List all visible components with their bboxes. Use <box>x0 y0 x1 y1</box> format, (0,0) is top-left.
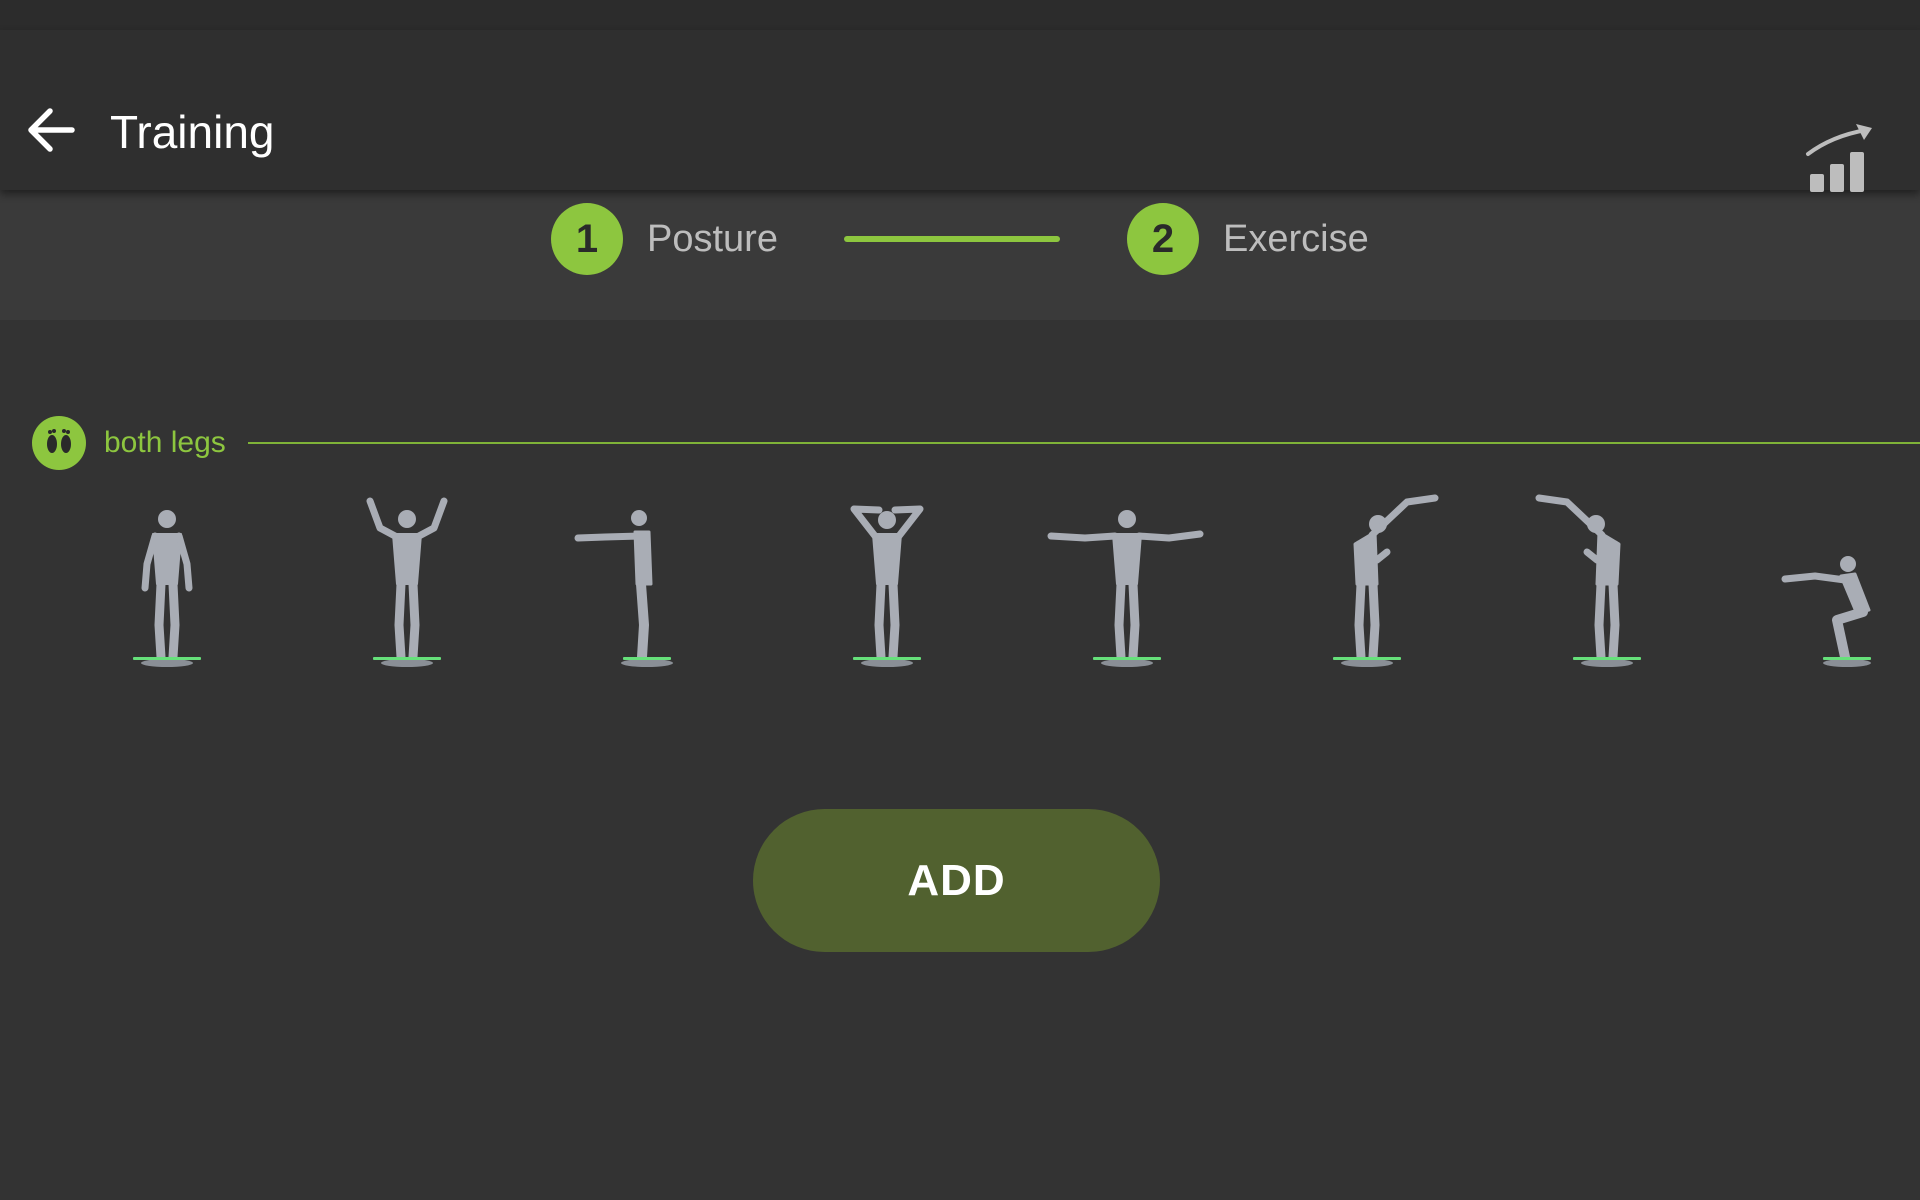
step-label: Exercise <box>1223 217 1369 260</box>
posture-arms-forward-side-view[interactable] <box>557 480 737 670</box>
section-header: both legs <box>32 415 1920 471</box>
feet-icon <box>32 416 86 470</box>
step-number: 1 <box>551 203 623 275</box>
section-divider <box>247 442 1920 444</box>
posture-side-bend-right[interactable] <box>1277 480 1457 670</box>
stepper: 1 Posture 2 Exercise <box>0 190 1920 320</box>
status-bar <box>0 0 1920 30</box>
page-title: Training <box>110 106 275 158</box>
step-connector <box>844 236 1060 242</box>
trending-bar-chart-icon <box>1804 123 1876 201</box>
posture-squat[interactable] <box>1757 480 1920 670</box>
step-number: 2 <box>1127 203 1199 275</box>
posture-arms-outstretched[interactable] <box>1037 480 1217 670</box>
statistics-button[interactable] <box>1800 122 1880 202</box>
posture-list <box>0 480 1920 680</box>
back-button[interactable] <box>18 100 82 164</box>
app-bar: Training <box>0 30 1920 192</box>
posture-hands-behind-head[interactable] <box>797 480 977 670</box>
posture-arms-raised[interactable] <box>317 480 497 670</box>
section-label: both legs <box>104 426 226 459</box>
arrow-left-icon <box>24 104 76 161</box>
step-exercise[interactable]: 2 Exercise <box>1127 203 1369 275</box>
posture-side-bend-left[interactable] <box>1517 480 1697 670</box>
add-button[interactable]: ADD <box>753 809 1160 952</box>
posture-standing-neutral[interactable] <box>77 480 257 670</box>
step-label: Posture <box>647 217 778 260</box>
step-posture[interactable]: 1 Posture <box>551 203 778 275</box>
